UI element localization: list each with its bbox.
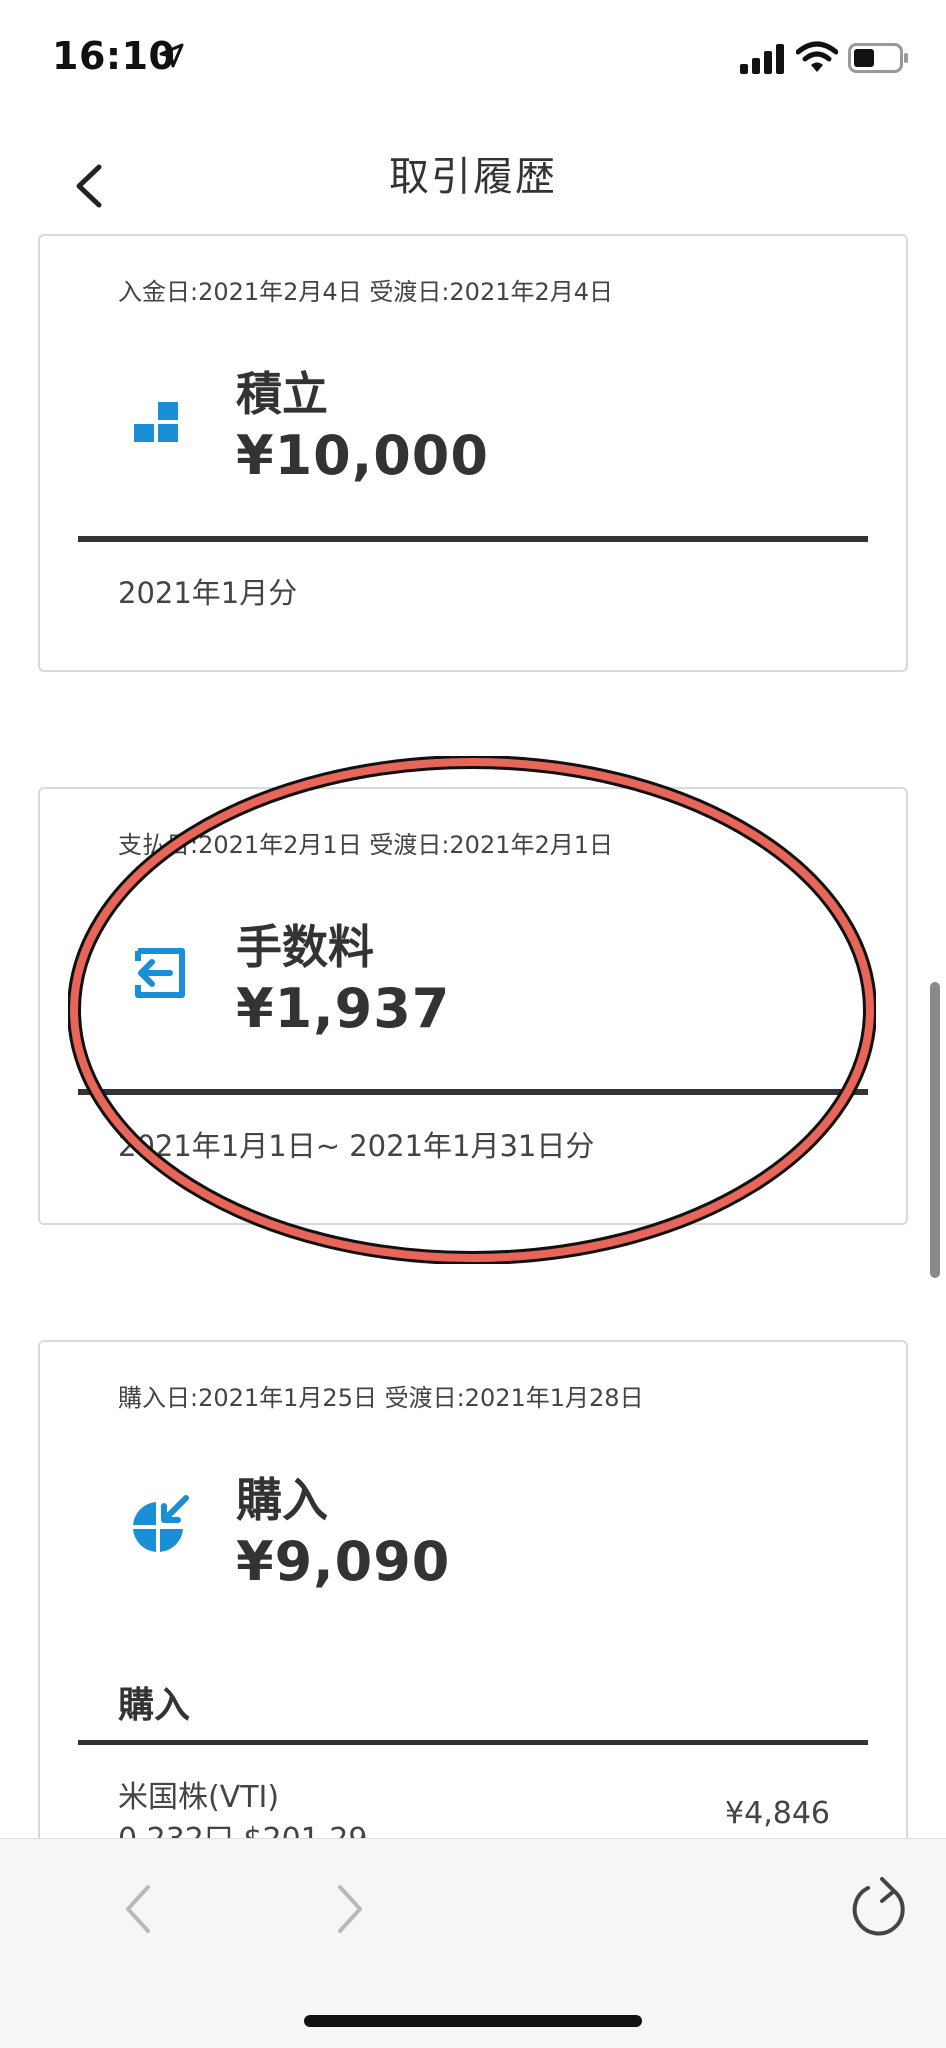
stock-price: ¥4,846 xyxy=(725,1796,830,1831)
reload-icon[interactable] xyxy=(846,1877,910,1941)
transaction-amount: ¥1,937 xyxy=(236,977,451,1040)
section-heading: 購入 xyxy=(118,1685,191,1726)
transaction-type: 積立 xyxy=(236,367,328,421)
transaction-dates: 支払日:2021年2月1日 受渡日:2021年2月1日 xyxy=(118,831,614,859)
transaction-type: 手数料 xyxy=(236,920,374,974)
transaction-card-purchase[interactable]: 購入日:2021年1月25日 受渡日:2021年1月28日 購入 ¥9,090 … xyxy=(38,1340,908,1860)
deposit-blocks-icon xyxy=(134,402,178,442)
transaction-dates: 購入日:2021年1月25日 受渡日:2021年1月28日 xyxy=(118,1384,644,1412)
transaction-amount: ¥10,000 xyxy=(236,424,489,487)
status-bar: 16:10 xyxy=(0,0,946,110)
browser-forward-icon[interactable] xyxy=(330,1879,370,1939)
stock-name: 米国株(VTI) xyxy=(118,1780,280,1815)
transaction-amount: ¥9,090 xyxy=(236,1530,451,1593)
transaction-note: 2021年1月分 xyxy=(118,576,298,610)
transaction-note: 2021年1月1日~ 2021年1月31日分 xyxy=(118,1129,595,1163)
fee-arrow-icon xyxy=(135,948,185,998)
home-indicator xyxy=(304,2015,642,2027)
location-arrow-icon xyxy=(159,43,184,68)
battery-icon xyxy=(848,43,908,73)
transaction-type: 購入 xyxy=(236,1473,328,1527)
transaction-dates: 入金日:2021年2月4日 受渡日:2021年2月4日 xyxy=(118,278,614,306)
page-title: 取引履歴 xyxy=(389,154,557,200)
status-time: 16:10 xyxy=(52,34,176,78)
wifi-icon xyxy=(796,41,838,72)
browser-back-icon[interactable] xyxy=(118,1879,158,1939)
card-divider xyxy=(78,1089,868,1095)
transaction-card-deposit[interactable]: 入金日:2021年2月4日 受渡日:2021年2月4日 積立 ¥10,000 2… xyxy=(38,234,908,672)
purchase-pie-icon xyxy=(133,1495,189,1552)
transaction-card-fee[interactable]: 支払日:2021年2月1日 受渡日:2021年2月1日 手数料 ¥1,937 2… xyxy=(38,787,908,1225)
browser-toolbar xyxy=(0,1838,946,2048)
cellular-signal-icon xyxy=(740,44,784,74)
card-divider xyxy=(78,1740,868,1745)
card-divider xyxy=(78,536,868,542)
scrollbar-thumb[interactable] xyxy=(930,982,940,1278)
nav-header: 取引履歴 xyxy=(0,110,946,234)
